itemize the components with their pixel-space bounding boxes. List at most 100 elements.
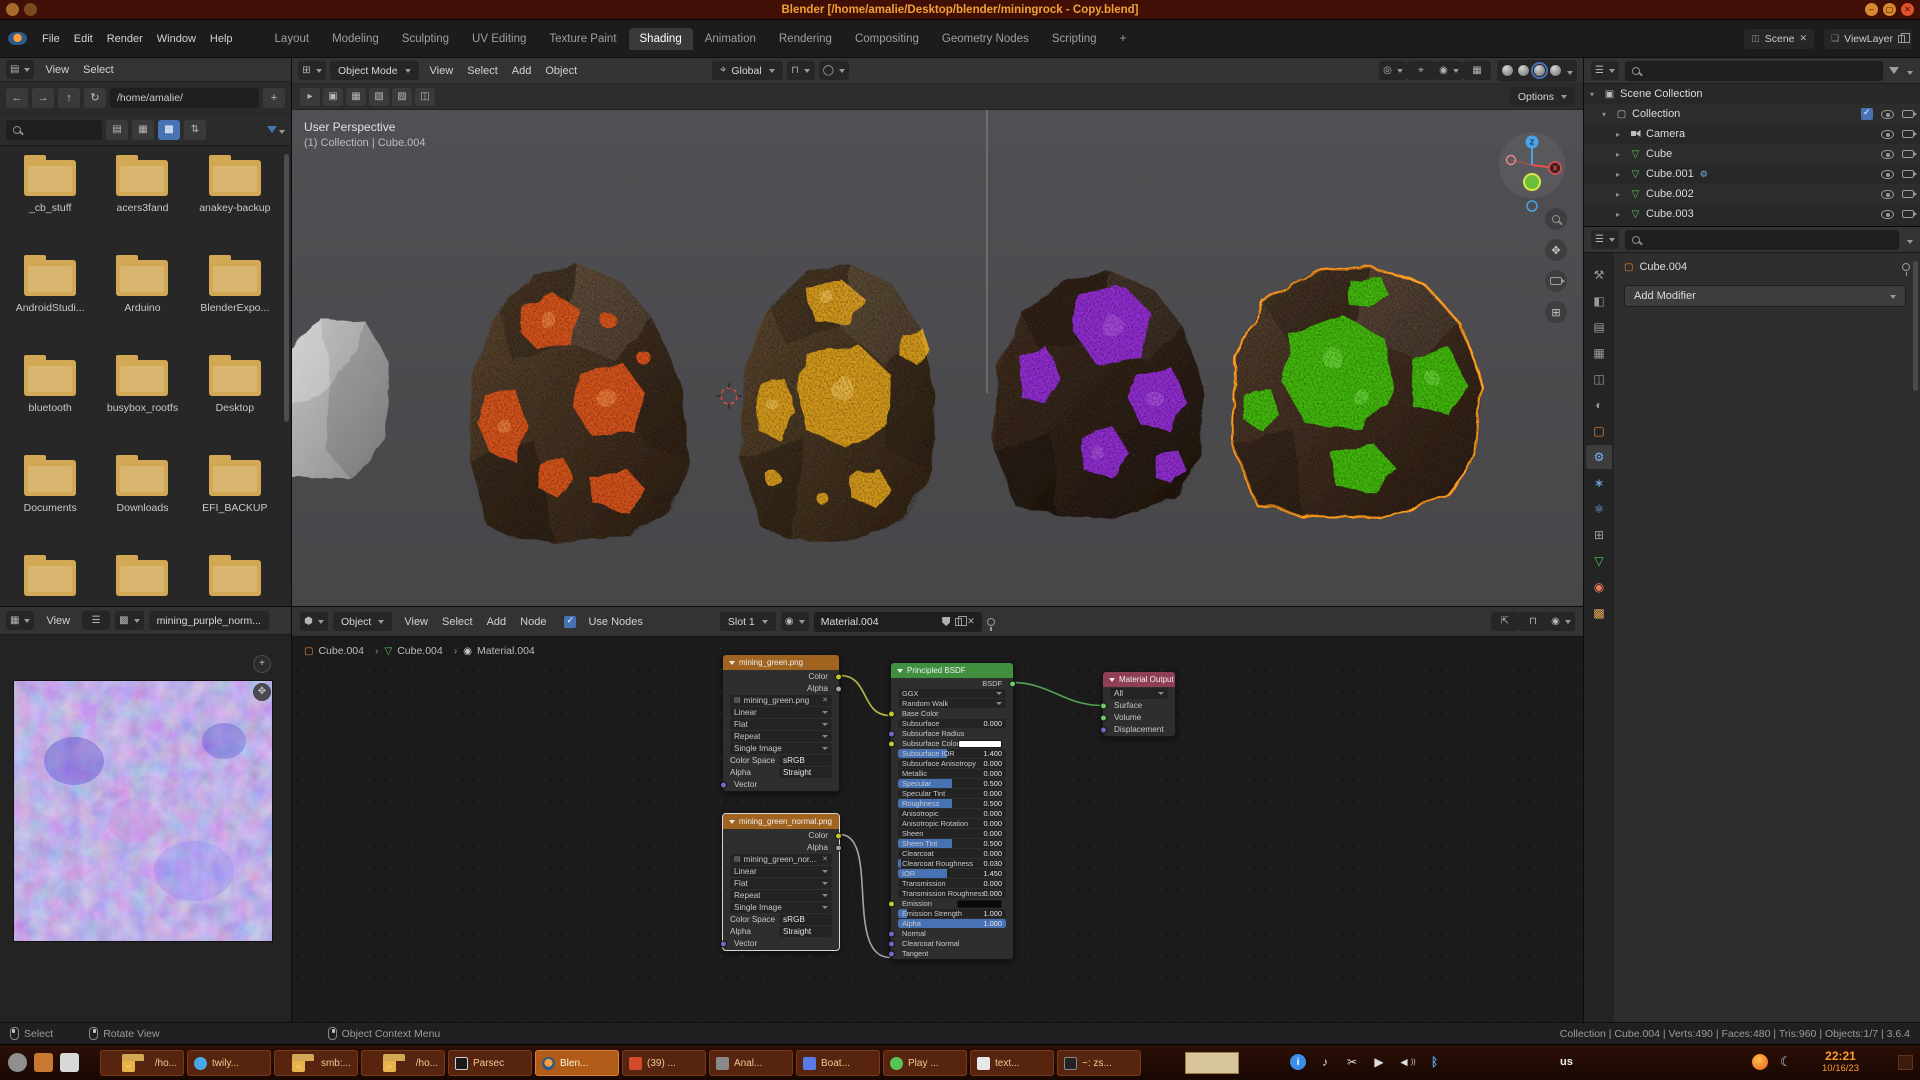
new-folder-button[interactable]: + [263, 88, 285, 108]
workspace-tab[interactable]: Modeling [321, 28, 390, 50]
node-row[interactable]: Subsurface Color [898, 739, 1006, 748]
display-grid-button[interactable]: ▦ [132, 120, 154, 140]
node-row[interactable]: Single Image [730, 743, 832, 754]
use-nodes-toggle[interactable]: Use Nodes [564, 613, 649, 631]
render-visibility-icon[interactable] [1902, 170, 1914, 178]
topbar-menu[interactable]: Render [100, 30, 150, 48]
taskbar-window-button[interactable]: twily... [187, 1050, 271, 1076]
properties-search-input[interactable] [1625, 230, 1899, 250]
taskbar-window-button[interactable]: Boat... [796, 1050, 880, 1076]
collapse-icon[interactable] [1109, 678, 1115, 682]
input-socket[interactable] [888, 900, 895, 907]
topbar-menu[interactable]: Help [203, 30, 240, 48]
object-name[interactable]: Camera [1646, 128, 1685, 140]
folder-tile[interactable]: _cb_stuff [4, 156, 96, 256]
node-row[interactable]: Color [730, 671, 832, 682]
node-row[interactable]: GGX [898, 689, 1006, 698]
minimize-button[interactable]: – [1865, 3, 1878, 16]
node-row[interactable]: Normal [898, 929, 1006, 938]
input-socket[interactable] [888, 930, 895, 937]
node-row[interactable]: mining_green_nor... [730, 854, 832, 865]
unlink-material-icon[interactable]: ✕ [967, 616, 975, 627]
file-browser-scrollbar[interactable] [284, 154, 289, 422]
forward-button[interactable]: → [32, 88, 54, 108]
folder-tile[interactable] [96, 556, 188, 604]
input-socket[interactable] [720, 781, 727, 788]
tool-icon[interactable]: ◫ [415, 88, 435, 106]
image-browse-icon[interactable]: ▩ [115, 611, 143, 630]
rock-gray-partial[interactable] [292, 318, 390, 480]
object-name[interactable]: Cube [1646, 148, 1672, 160]
night-mode-icon[interactable]: ☾ [1780, 1054, 1792, 1070]
outliner-row[interactable]: ▸ Cube.003 ⚙ [1584, 204, 1920, 224]
taskbar-window-button[interactable]: smb:... [274, 1050, 358, 1076]
node-row[interactable]: Transmission 0.000 [898, 879, 1006, 888]
properties-tab-icon[interactable]: ⚙ [1586, 445, 1612, 469]
node-row[interactable]: Linear [730, 707, 832, 718]
node-row[interactable]: mining_green.png [730, 695, 832, 706]
close-button[interactable]: ✕ [1901, 3, 1914, 16]
file-browser-menu[interactable]: View [38, 61, 76, 79]
node-row[interactable]: Alpha Straight [730, 767, 832, 778]
node-header[interactable]: Material Output [1103, 672, 1175, 687]
launcher-icon[interactable] [60, 1053, 79, 1072]
pin-icon[interactable] [1902, 263, 1910, 271]
slot-dropdown[interactable]: Slot 1 [720, 612, 776, 631]
input-socket[interactable] [888, 710, 895, 717]
node-row[interactable]: Alpha 1.000 [898, 919, 1006, 928]
topbar-menu[interactable]: Window [150, 30, 203, 48]
image-name-field[interactable]: mining_purple_norm... [149, 611, 269, 630]
mode-dropdown[interactable]: Object Mode [330, 61, 419, 80]
breadcrumb-item[interactable]: Cube.004 [385, 645, 458, 657]
copy-viewlayer-icon[interactable] [1898, 35, 1905, 43]
workspace-tab[interactable]: Texture Paint [538, 28, 627, 50]
workspace-tab[interactable]: Rendering [768, 28, 843, 50]
editor-type-icon[interactable]: ☰ [1591, 230, 1619, 249]
shader-menu[interactable]: Select [435, 613, 480, 631]
taskbar-window-button[interactable]: ~: zs... [1057, 1050, 1141, 1076]
shader-menu[interactable]: Add [480, 613, 514, 631]
pan-gizmo[interactable]: ✥ [253, 683, 271, 701]
tray-icon[interactable]: ᛒ [1427, 1054, 1443, 1070]
input-socket[interactable] [888, 730, 895, 737]
node-row[interactable]: Sheen Tint 0.500 [898, 839, 1006, 848]
folder-tile[interactable]: BlenderExpo... [189, 256, 281, 356]
scene-selector[interactable]: ◫ Scene ✕ [1744, 29, 1814, 49]
fake-user-shield-icon[interactable] [942, 617, 950, 626]
viewport-menu[interactable]: Add [505, 62, 539, 80]
tray-icon[interactable]: ✂ [1344, 1054, 1360, 1070]
properties-options-icon[interactable] [1905, 231, 1913, 249]
clock[interactable]: 22:21 10/16/23 [1822, 1049, 1859, 1074]
properties-tab-icon[interactable]: ▦ [1586, 341, 1612, 365]
collapse-icon[interactable] [729, 820, 735, 824]
node-image-texture-color[interactable]: mining_green.png Color Alpha [722, 654, 840, 792]
input-socket[interactable] [888, 940, 895, 947]
output-socket[interactable] [835, 685, 842, 692]
object-name[interactable]: Cube.003 [1646, 208, 1694, 220]
editor-type-icon[interactable]: ⊞ [298, 61, 326, 80]
folder-tile[interactable]: Desktop [189, 356, 281, 456]
shader-menu[interactable]: Node [513, 613, 553, 631]
properties-tab-icon[interactable]: ⊞ [1586, 523, 1612, 547]
topbar-menu[interactable]: Edit [67, 30, 100, 48]
node-row[interactable]: Metallic 0.000 [898, 769, 1006, 778]
node-row[interactable]: Single Image [730, 902, 832, 913]
tray-icon[interactable]: ♪ [1317, 1054, 1333, 1070]
folder-tile[interactable]: Arduino [96, 256, 188, 356]
render-visibility-icon[interactable] [1902, 150, 1914, 158]
snap-icon[interactable]: ⊓ [1519, 612, 1547, 631]
node-row[interactable]: Anisotropic 0.000 [898, 809, 1006, 818]
node-row[interactable]: Surface [1110, 700, 1168, 711]
node-principled-bsdf[interactable]: Principled BSDF BSDF GGX [890, 662, 1014, 960]
viewport-menu[interactable]: View [423, 62, 461, 80]
workspace-tab[interactable]: Geometry Nodes [931, 28, 1040, 50]
hide-eye-icon[interactable] [1881, 170, 1894, 179]
outliner-row[interactable]: ▸ Cube.001 ⚙ [1584, 164, 1920, 184]
tool-icon[interactable]: ▧ [369, 88, 389, 106]
outliner-row[interactable]: ▾ Scene Collection ⚙ [1584, 84, 1920, 104]
node-row[interactable]: Base Color [898, 709, 1006, 718]
maximize-button[interactable]: ▢ [1883, 3, 1896, 16]
shading-wireframe-icon[interactable] [1501, 64, 1514, 77]
keyboard-layout-indicator[interactable]: us [1560, 1056, 1573, 1068]
node-row[interactable]: Alpha Straight [730, 926, 832, 937]
